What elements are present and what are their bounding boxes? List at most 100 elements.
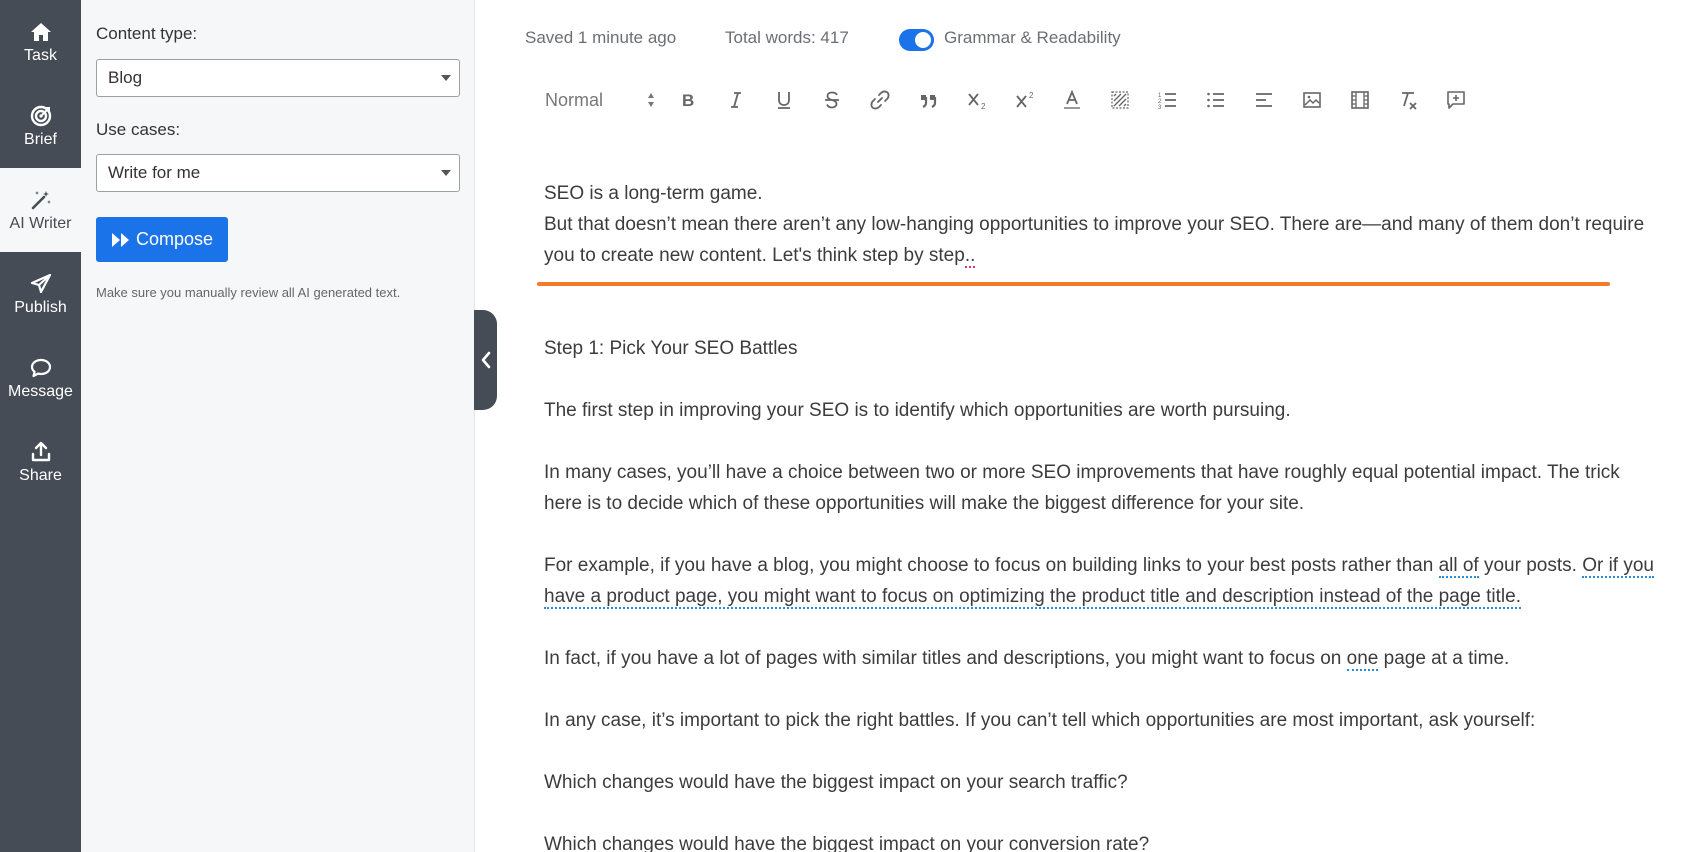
paper-plane-icon <box>30 273 51 293</box>
toggle-knob <box>915 32 931 48</box>
nav-item-ai-writer[interactable]: AI Writer <box>0 168 81 252</box>
align-left-button[interactable] <box>1249 82 1279 118</box>
italic-button[interactable] <box>721 82 751 118</box>
paragraph: For example, if you have a blog, you mig… <box>544 550 1655 612</box>
superscript-button[interactable]: 2 <box>1009 82 1043 118</box>
video-icon <box>1351 91 1369 109</box>
subscript-icon: 2 <box>968 93 986 111</box>
section-heading: Step 1: Pick Your SEO Battles <box>544 338 798 359</box>
upload-icon <box>31 441 50 461</box>
svg-text:B: B <box>682 91 694 110</box>
paragraph: In many cases, you’ll have a choice betw… <box>544 462 1620 514</box>
nav-item-label: Message <box>8 382 73 400</box>
target-icon <box>30 105 51 126</box>
image-icon <box>1303 92 1321 108</box>
intro-line: SEO is a long-term game. <box>544 183 763 204</box>
svg-text:3: 3 <box>1158 105 1162 111</box>
grammar-suggestion[interactable]: all of <box>1438 555 1479 578</box>
svg-text:2: 2 <box>1029 91 1034 100</box>
bullet-list-button[interactable] <box>1201 82 1231 118</box>
ordered-list-button[interactable]: 123 <box>1153 82 1183 118</box>
superscript-icon: 2 <box>1016 91 1034 108</box>
nav-item-message[interactable]: Message <box>0 336 81 420</box>
add-comment-icon <box>1447 91 1465 109</box>
chat-bubble-icon <box>30 358 51 377</box>
video-button[interactable] <box>1345 82 1375 118</box>
grammar-toggle[interactable] <box>899 29 934 51</box>
quote-button[interactable] <box>913 82 943 118</box>
chevron-left-icon <box>481 351 490 369</box>
align-left-icon <box>1256 93 1272 107</box>
spell-marker: .. <box>964 245 976 268</box>
image-button[interactable] <box>1297 82 1327 118</box>
text-span: your posts. <box>1478 555 1583 576</box>
text-span: In fact, if you have a lot of pages with… <box>544 648 1347 669</box>
chevron-down-icon <box>441 75 451 81</box>
nav-rail: Task Brief AI Writer Publish Message Sha… <box>0 0 81 852</box>
content-type-label: Content type: <box>96 24 198 43</box>
paragraph: The first step in improving your SEO is … <box>544 400 1291 421</box>
nav-item-brief[interactable]: Brief <box>0 84 81 168</box>
paragraph: Which changes would have the biggest imp… <box>544 772 1128 793</box>
text-span: page at a time. <box>1378 648 1510 669</box>
content-type-select[interactable]: Blog <box>96 59 460 97</box>
add-comment-button[interactable] <box>1441 82 1471 118</box>
highlight-icon <box>1111 91 1129 109</box>
use-cases-select[interactable]: Write for me <box>96 154 460 192</box>
nav-item-share[interactable]: Share <box>0 420 81 504</box>
updown-icon <box>648 93 654 107</box>
text-color-button[interactable] <box>1057 82 1087 118</box>
paragraph: In any case, it’s important to pick the … <box>544 710 1536 731</box>
compose-button[interactable]: Compose <box>96 217 228 262</box>
chevron-down-icon <box>441 170 451 176</box>
collapse-panel-button[interactable] <box>474 310 497 410</box>
bold-button[interactable]: B <box>673 82 703 118</box>
format-select[interactable]: Normal <box>545 82 655 118</box>
bold-icon: B <box>682 91 694 110</box>
strikethrough-button[interactable] <box>817 82 847 118</box>
intro-paragraph: But that doesn’t mean there aren’t any l… <box>544 209 1654 271</box>
ordered-list-icon: 123 <box>1158 93 1176 111</box>
fast-forward-icon <box>111 232 129 247</box>
highlight-button[interactable] <box>1105 82 1135 118</box>
review-note: Make sure you manually review all AI gen… <box>96 285 401 300</box>
underline-button[interactable] <box>769 82 799 118</box>
ai-writer-panel: Content type: Blog Use cases: Write for … <box>81 0 475 852</box>
svg-text:2: 2 <box>981 102 986 111</box>
editor-toolbar: Normal B 2 2 123 <box>535 82 1475 122</box>
grammar-suggestion[interactable]: one <box>1346 648 1379 671</box>
link-icon <box>870 90 890 110</box>
saved-status: Saved 1 minute ago <box>525 28 677 47</box>
magic-wand-icon <box>31 190 51 209</box>
nav-item-label: Brief <box>24 130 57 148</box>
text-span: For example, if you have a blog, you mig… <box>544 555 1439 576</box>
nav-item-label: Publish <box>14 298 67 316</box>
text-color-icon <box>1064 89 1080 109</box>
format-value: Normal <box>545 89 604 110</box>
nav-item-label: Share <box>19 466 62 484</box>
nav-item-label: AI Writer <box>9 214 72 232</box>
grammar-label: Grammar & Readability <box>944 28 1121 47</box>
use-cases-label: Use cases: <box>96 120 181 139</box>
clear-format-button[interactable] <box>1393 82 1423 118</box>
clear-format-icon <box>1402 92 1417 110</box>
word-count: Total words: 417 <box>725 28 849 47</box>
home-icon <box>30 22 51 41</box>
quote-icon <box>921 95 937 108</box>
nav-item-label: Task <box>24 46 57 64</box>
editor-content[interactable]: SEO is a long-term game. But that doesn’… <box>544 178 1655 852</box>
intro-text: But that doesn’t mean there aren’t any l… <box>544 214 1645 266</box>
paragraph: Which changes would have the biggest imp… <box>544 834 1150 852</box>
italic-icon <box>731 92 741 108</box>
strikethrough-icon <box>825 91 839 109</box>
paragraph: In fact, if you have a lot of pages with… <box>544 643 1654 674</box>
underline-icon <box>778 92 790 109</box>
link-button[interactable] <box>865 82 895 118</box>
content-type-value: Blog <box>108 68 143 87</box>
use-cases-value: Write for me <box>108 163 201 182</box>
compose-label: Compose <box>135 229 214 249</box>
subscript-button[interactable]: 2 <box>961 82 995 118</box>
nav-item-publish[interactable]: Publish <box>0 252 81 336</box>
nav-item-task[interactable]: Task <box>0 0 81 84</box>
bullet-list-icon <box>1207 92 1224 108</box>
